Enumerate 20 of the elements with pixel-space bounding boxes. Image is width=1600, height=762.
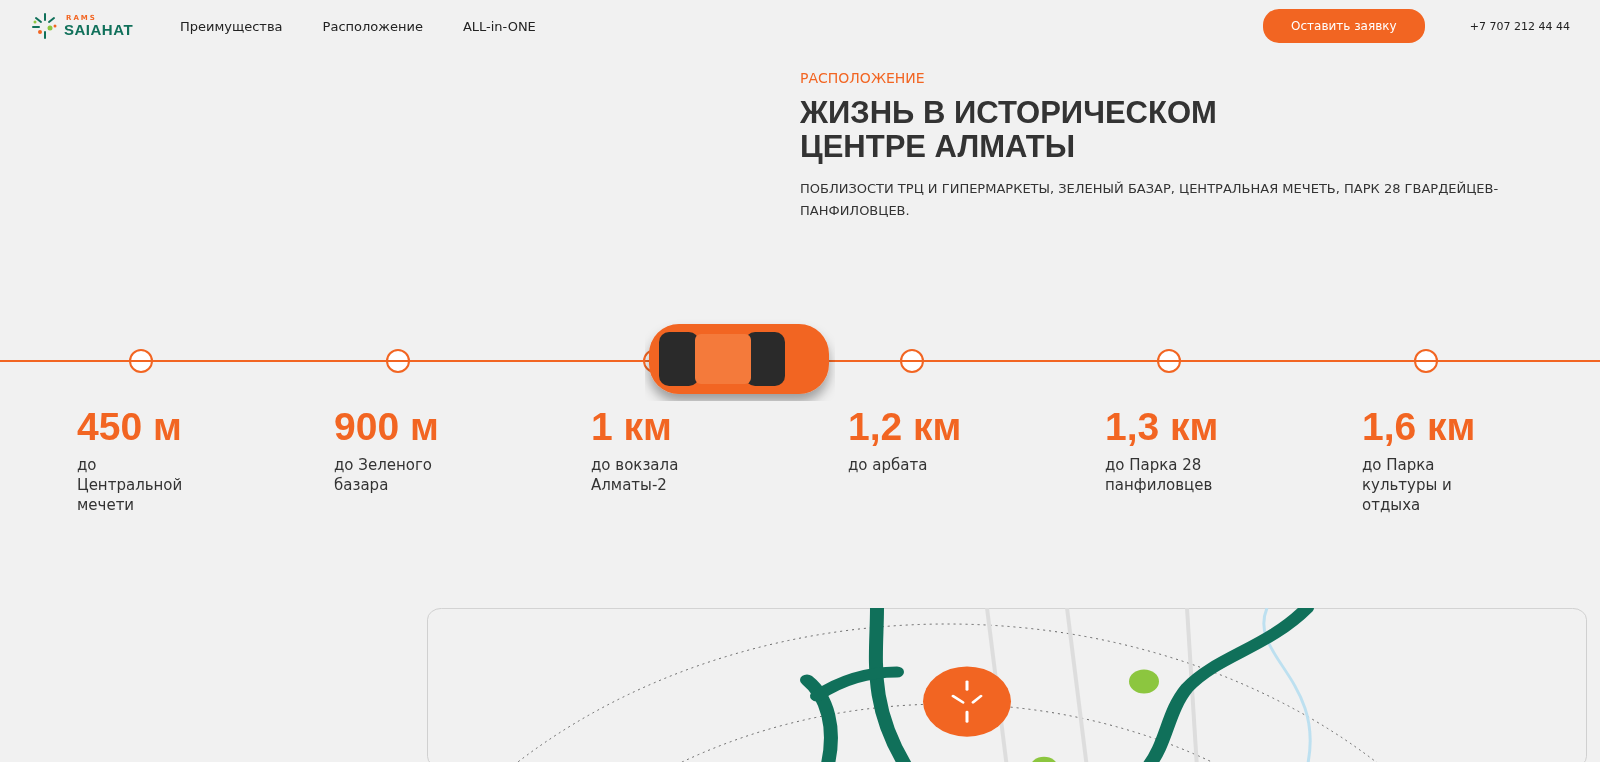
distance-value: 450 м bbox=[77, 405, 183, 449]
phone-number: +7 707 212 44 44 bbox=[1469, 19, 1570, 33]
distance-label: до Центральной мечети bbox=[77, 455, 184, 515]
nav-link[interactable]: ALL-in-ONE bbox=[462, 18, 536, 34]
distance-label: до Парка культуры и отдыха bbox=[1362, 455, 1453, 515]
section-heading: ЖИЗНЬ В ИСТОРИЧЕСКОМ ЦЕНТРЕ АЛМАТЫ bbox=[800, 96, 1218, 164]
nav-link[interactable]: Преимущества bbox=[180, 18, 283, 34]
section-description: ПОБЛИЗОСТИ ТРЦ И ГИПЕРМАРКЕТЫ, ЗЕЛЕНЫЙ БАЗАР, ЦЕНТРАЛЬНАЯ МЕЧЕТЬ, ПАРК 28 ГВАРДЕЙЦЕВ-ПАНФИЛОВЦЕВ. bbox=[800, 180, 1500, 220]
distance-value: 1,3 км bbox=[1105, 405, 1220, 449]
logo-text: SAIAHAT bbox=[64, 22, 134, 37]
distance-value: 900 м bbox=[334, 405, 440, 449]
distance-value: 1 км bbox=[591, 405, 673, 449]
distance-label: до Парка 28 панфиловцев bbox=[1105, 455, 1214, 495]
section-eyebrow: РАСПОЛОЖЕНИЕ bbox=[800, 70, 926, 86]
distance-value: 1,2 км bbox=[848, 405, 963, 449]
nav-link[interactable]: Расположение bbox=[322, 18, 423, 34]
distance-value: 1,6 км bbox=[1362, 405, 1477, 449]
distance-label: до арбата bbox=[848, 455, 929, 475]
distance-label: до вокзала Алматы-2 bbox=[591, 455, 680, 495]
distance-label: до Зеленого базара bbox=[334, 455, 434, 495]
